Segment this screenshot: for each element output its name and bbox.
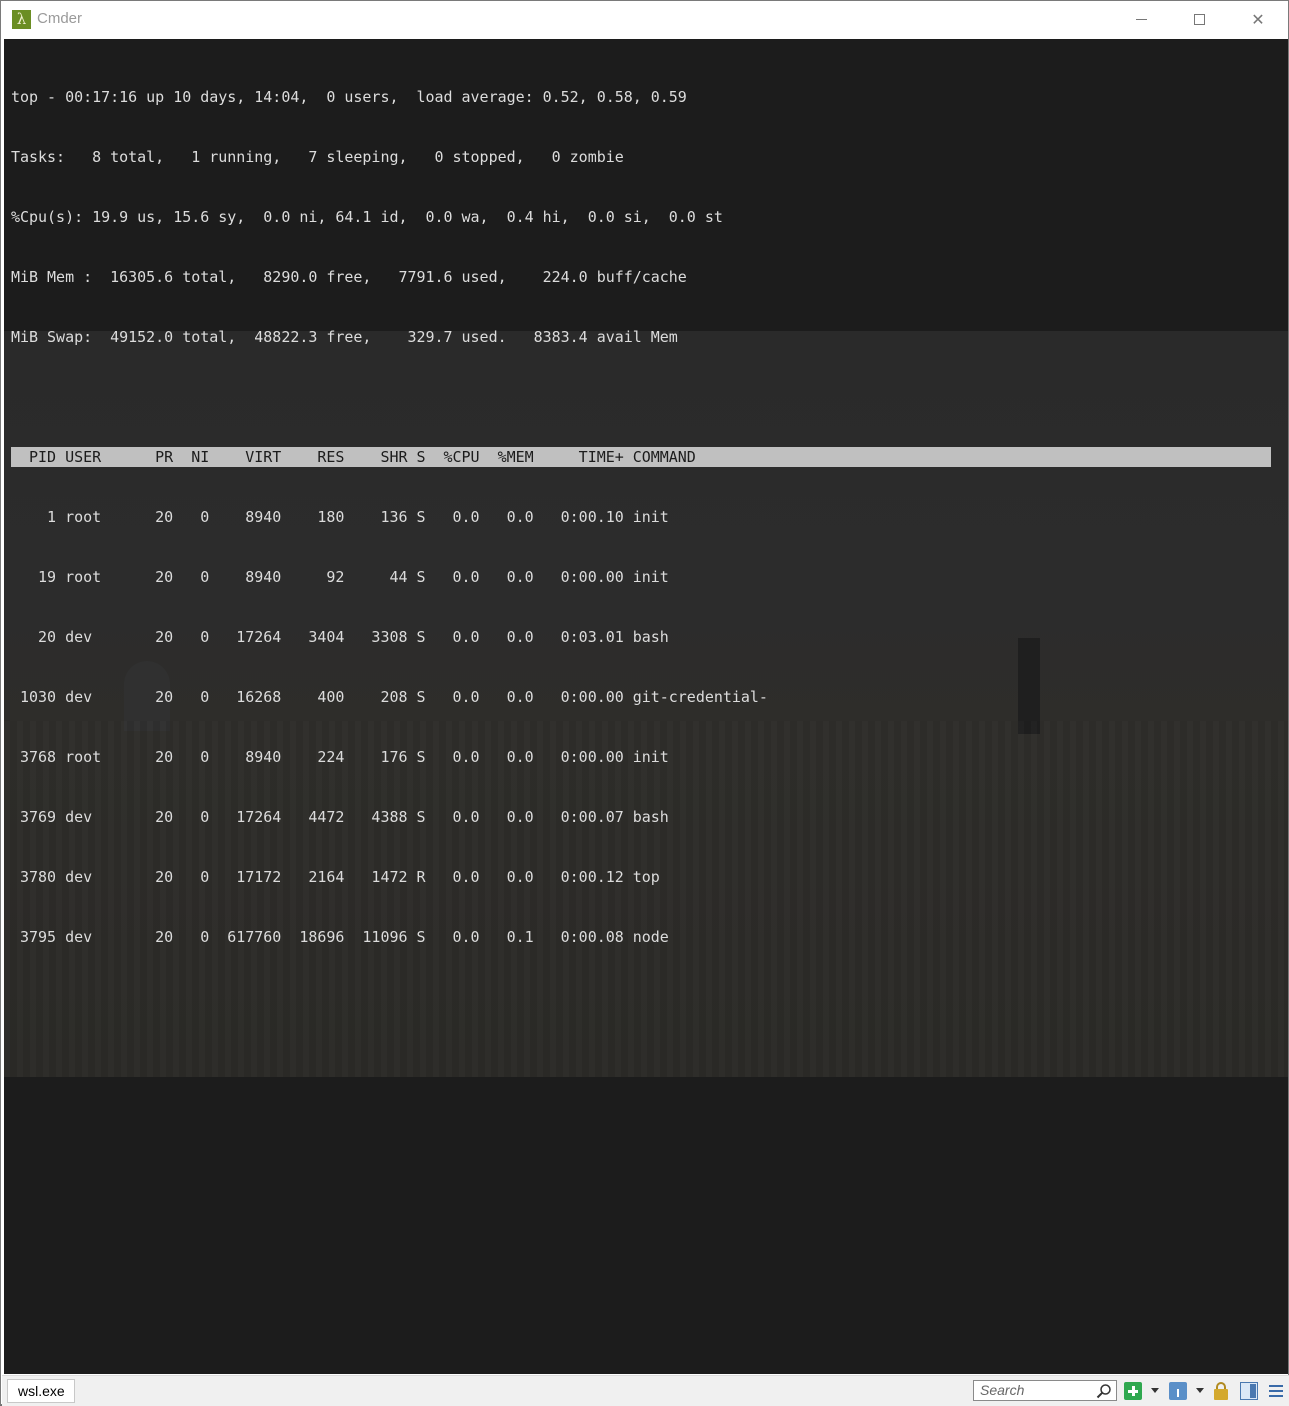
process-row: 3768 root 20 0 8940 224 176 S 0.0 0.0 0:… <box>11 748 669 766</box>
window-title: Cmder <box>37 10 83 27</box>
search-placeholder: Search <box>980 1382 1025 1398</box>
lock-icon[interactable] <box>1212 1382 1230 1400</box>
process-row: 3795 dev 20 0 617760 18696 11096 S 0.0 0… <box>11 928 669 946</box>
process-row: 20 dev 20 0 17264 3404 3308 S 0.0 0.0 0:… <box>11 628 669 646</box>
minimize-button[interactable] <box>1112 1 1170 38</box>
lock-body <box>1214 1389 1228 1400</box>
cmder-window: λ Cmder ✕ top - 00:17:16 up 10 days, 14:… <box>0 0 1289 1406</box>
menu-icon[interactable] <box>1267 1382 1285 1400</box>
status-bar: wsl.exe Search <box>2 1375 1289 1406</box>
title-bar[interactable]: λ Cmder ✕ <box>1 1 1288 38</box>
process-row: 1030 dev 20 0 16268 400 208 S 0.0 0.0 0:… <box>11 688 768 706</box>
summary-cpu-line: %Cpu(s): 19.9 us, 15.6 sy, 0.0 ni, 64.1 … <box>11 208 723 226</box>
new-console-plus-icon[interactable] <box>1124 1382 1142 1400</box>
search-icon[interactable] <box>1096 1383 1112 1399</box>
summary-tasks-line: Tasks: 8 total, 1 running, 7 sleeping, 0… <box>11 148 624 166</box>
chevron-down-icon[interactable] <box>1196 1388 1204 1393</box>
lambda-app-icon[interactable]: λ <box>12 10 31 29</box>
search-input[interactable]: Search <box>973 1380 1117 1401</box>
process-row: 19 root 20 0 8940 92 44 S 0.0 0.0 0:00.0… <box>11 568 669 586</box>
summary-mem-line: MiB Mem : 16305.6 total, 8290.0 free, 77… <box>11 268 687 286</box>
top-output: top - 00:17:16 up 10 days, 14:04, 0 user… <box>11 47 1271 987</box>
process-row: 1 root 20 0 8940 180 136 S 0.0 0.0 0:00.… <box>11 508 669 526</box>
minimize-icon <box>1135 19 1147 20</box>
close-icon: ✕ <box>1251 11 1265 29</box>
maximize-icon <box>1193 14 1205 25</box>
close-button[interactable]: ✕ <box>1229 1 1287 38</box>
process-table-header: PID USER PR NI VIRT RES SHR S %CPU %MEM … <box>11 447 1271 467</box>
info-icon[interactable] <box>1169 1382 1187 1400</box>
summary-swap-line: MiB Swap: 49152.0 total, 48822.3 free, 3… <box>11 328 678 346</box>
process-row: 3780 dev 20 0 17172 2164 1472 R 0.0 0.0 … <box>11 868 660 886</box>
summary-uptime-line: top - 00:17:16 up 10 days, 14:04, 0 user… <box>11 88 687 106</box>
maximize-button[interactable] <box>1170 1 1228 38</box>
chevron-down-icon[interactable] <box>1151 1388 1159 1393</box>
split-view-icon[interactable] <box>1240 1382 1258 1400</box>
terminal-console[interactable]: top - 00:17:16 up 10 days, 14:04, 0 user… <box>4 39 1288 1374</box>
console-tab-wsl[interactable]: wsl.exe <box>7 1379 75 1403</box>
process-row: 3769 dev 20 0 17264 4472 4388 S 0.0 0.0 … <box>11 808 669 826</box>
